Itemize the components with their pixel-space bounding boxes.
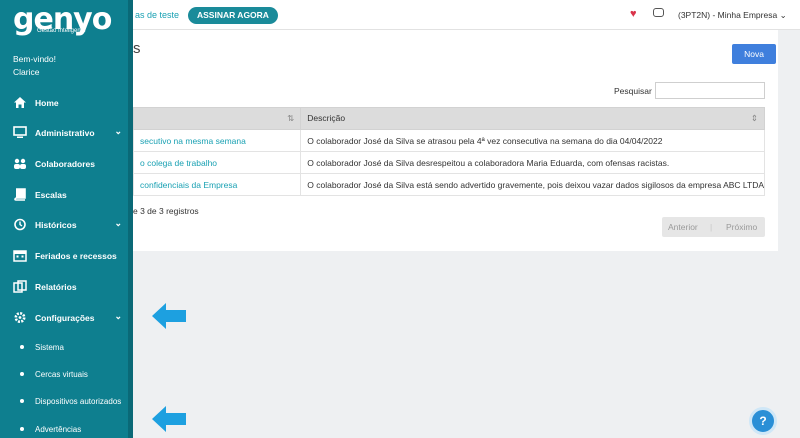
sidebar-item-label: Relatórios: [35, 282, 77, 292]
sidebar-subitem-label: Cercas virtuais: [35, 370, 88, 379]
sidebar-subitem-label: Sistema: [35, 343, 64, 352]
sort-icon: ⇅: [287, 113, 295, 123]
company-selector[interactable]: (3PT2N) - Minha Empresa ⌄: [678, 10, 787, 21]
sidebar-item-escalas[interactable]: Escalas: [0, 180, 128, 210]
row-name-link[interactable]: o colega de trabalho: [132, 151, 302, 174]
sidebar-subitem-dispositivos[interactable]: Dispositivos autorizados: [0, 388, 128, 414]
chevron-down-icon: ⌄: [779, 10, 787, 20]
previous-page-button[interactable]: Anterior: [668, 222, 698, 232]
user-name: Clarice: [13, 67, 40, 77]
table-row: o colega de trabalho O colaborador José …: [132, 151, 765, 174]
bullet-icon: [20, 345, 24, 349]
home-icon: [14, 97, 26, 108]
sidebar-item-historicos[interactable]: Históricos ⌄: [0, 210, 128, 240]
arrow-left-icon: [152, 303, 186, 329]
records-info: e 3 de 3 registros: [133, 206, 199, 216]
sidebar-item-configuracoes[interactable]: Configurações ⌄: [0, 303, 128, 333]
sidebar-subitem-advertencias[interactable]: Advertências: [0, 416, 128, 438]
search-input[interactable]: [655, 82, 765, 99]
bullet-icon: [20, 427, 24, 431]
sidebar: genyo Gestão Inteligente Bem-vindo! Clar…: [0, 0, 133, 438]
subscribe-button[interactable]: ASSINAR AGORA: [188, 7, 278, 24]
sidebar-item-colaboradores[interactable]: Colaboradores: [0, 149, 128, 179]
calendar-icon: [13, 250, 27, 262]
column-header-name[interactable]: ⇅: [132, 107, 302, 130]
sidebar-item-label: Colaboradores: [35, 159, 95, 169]
chevron-down-icon: ⌄: [114, 218, 122, 228]
sidebar-item-label: Administrativo: [35, 128, 95, 138]
next-page-button[interactable]: Próximo: [726, 222, 757, 232]
search-label: Pesquisar: [614, 86, 652, 96]
sidebar-item-relatorios[interactable]: Relatórios: [0, 272, 128, 302]
company-label: (3PT2N) - Minha Empresa: [678, 10, 778, 20]
gear-icon: [14, 312, 26, 323]
new-button[interactable]: Nova: [732, 44, 776, 64]
sort-icon: ⇕: [750, 113, 758, 123]
bullet-icon: [20, 372, 24, 376]
copy-icon: [13, 280, 27, 293]
sidebar-item-label: Históricos: [35, 220, 77, 230]
heart-icon[interactable]: ♥: [630, 8, 637, 20]
sidebar-subitem-cercas[interactable]: Cercas virtuais: [0, 361, 128, 387]
pagination-divider: |: [710, 222, 713, 232]
sidebar-subitem-sistema[interactable]: Sistema: [0, 334, 128, 360]
warnings-table: ⇅ Descrição ⇕ secutivo na mesma semana O …: [132, 107, 765, 196]
column-header-description[interactable]: Descrição ⇕: [300, 107, 765, 130]
help-button[interactable]: ?: [749, 407, 777, 435]
monitor-icon: [13, 126, 27, 138]
page-title: s: [133, 40, 141, 57]
sidebar-item-administrativo[interactable]: Administrativo ⌄: [0, 118, 128, 148]
column-header-label: Descrição: [307, 113, 346, 123]
history-icon: [14, 218, 26, 231]
arrow-left-icon: [152, 406, 186, 432]
sidebar-item-label: Home: [35, 98, 59, 108]
users-icon: [14, 158, 26, 169]
chevron-down-icon: ⌄: [114, 311, 122, 321]
chat-icon[interactable]: [653, 8, 664, 17]
logo-tagline: Gestão Inteligente: [37, 28, 86, 34]
chevron-down-icon: ⌄: [114, 126, 122, 136]
book-icon: [14, 188, 26, 201]
welcome-text: Bem-vindo!: [13, 54, 56, 64]
sidebar-item-label: Escalas: [35, 190, 67, 200]
row-name-link[interactable]: secutivo na mesma semana: [132, 129, 302, 152]
sidebar-item-home[interactable]: Home: [0, 88, 128, 118]
sidebar-subitem-label: Advertências: [35, 425, 82, 434]
table-row: confidenciais da Empresa O colaborador J…: [132, 173, 765, 196]
sidebar-item-label: Configurações: [35, 313, 95, 323]
row-description: O colaborador José da Silva desrespeitou…: [300, 151, 765, 174]
table-header-row: ⇅ Descrição ⇕: [132, 107, 765, 130]
bullet-icon: [20, 399, 24, 403]
table-row: secutivo na mesma semana O colaborador J…: [132, 129, 765, 152]
trial-days-text: as de teste: [135, 10, 180, 20]
sidebar-subitem-label: Dispositivos autorizados: [35, 397, 122, 406]
pagination: Anterior | Próximo: [662, 217, 765, 237]
row-description: O colaborador José da Silva está sendo a…: [300, 173, 765, 196]
sidebar-item-label: Feriados e recessos: [35, 251, 117, 261]
row-description: O colaborador José da Silva se atrasou p…: [300, 129, 765, 152]
sidebar-item-feriados[interactable]: Feriados e recessos: [0, 241, 128, 271]
row-name-link[interactable]: confidenciais da Empresa: [132, 173, 302, 196]
